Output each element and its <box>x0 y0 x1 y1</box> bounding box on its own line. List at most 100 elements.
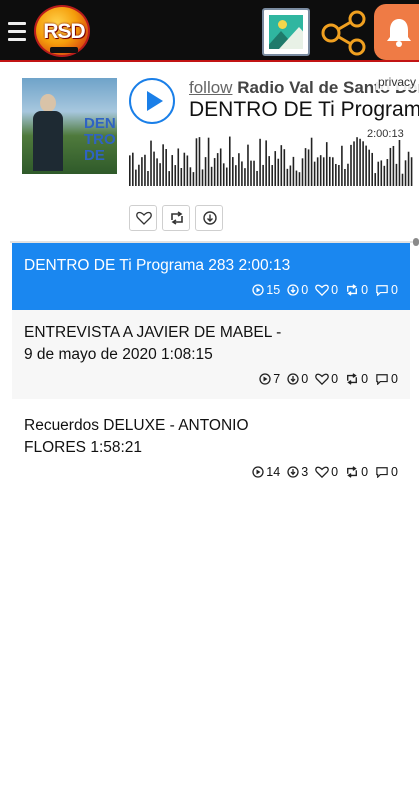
track-row-title: DENTRO DE Ti Programa 283 2:00:13 <box>24 255 398 277</box>
waveform-bar <box>189 167 192 186</box>
comment-icon <box>376 467 388 478</box>
waveform-bar <box>241 161 243 186</box>
radio-logo[interactable]: RSD <box>34 5 90 57</box>
track-title: ENTREVISTA A JAVIER DE MABEL - 9 de mayo… <box>24 324 282 363</box>
plays-count: 15 <box>266 283 281 297</box>
waveform-bar <box>138 164 140 186</box>
scrollbar-thumb[interactable] <box>413 238 419 246</box>
share-icon[interactable] <box>320 10 368 56</box>
waveform-bar <box>210 166 213 186</box>
track-list: DENTRO DE Ti Programa 283 2:00:13 15 0 0… <box>12 243 410 488</box>
waveform-bar <box>401 173 404 186</box>
waveform-bar <box>165 149 167 186</box>
waveform-bar <box>319 155 322 186</box>
track-duration: 2:00:13 <box>238 257 291 274</box>
heart-icon <box>315 284 329 296</box>
waveform-bar <box>262 164 264 186</box>
cover-person <box>30 94 66 171</box>
notifications-button[interactable] <box>374 4 419 60</box>
waveform-bar <box>265 140 267 186</box>
waveform-bar <box>274 151 277 186</box>
waveform-bar <box>316 157 319 186</box>
repost-icon <box>171 211 183 225</box>
menu-icon[interactable] <box>8 22 26 42</box>
waveform[interactable] <box>129 136 414 186</box>
heart-icon <box>315 466 329 478</box>
waveform-bar <box>292 156 295 186</box>
waveform-bar <box>304 148 307 186</box>
track-row[interactable]: Recuerdos DELUXE - ANTONIO FLORES 1:58:2… <box>12 399 410 488</box>
likes-count: 0 <box>331 372 339 386</box>
privacy-link[interactable]: privacy <box>376 74 419 90</box>
reposts-count: 0 <box>361 465 369 479</box>
waveform-bar <box>307 149 310 186</box>
waveform-bar <box>310 137 313 186</box>
waveform-bar <box>250 160 252 186</box>
download-button[interactable] <box>195 205 223 231</box>
waveform-bar <box>338 165 340 186</box>
waveform-bar <box>283 149 286 186</box>
waveform-bar <box>144 154 146 186</box>
waveform-bar <box>374 173 377 186</box>
waveform-bar <box>356 137 358 186</box>
waveform-bar <box>259 138 261 186</box>
waveform-bar <box>168 171 170 186</box>
heart-icon <box>315 373 329 385</box>
waveform-bar <box>350 144 352 186</box>
plays-count: 7 <box>273 372 281 386</box>
waveform-bar <box>268 156 270 186</box>
play-button[interactable] <box>129 78 175 124</box>
waveform-bar <box>219 148 222 186</box>
comments-count: 0 <box>391 372 398 386</box>
waveform-bar <box>153 151 155 186</box>
waveform-bar <box>380 160 383 186</box>
player-widget: DENTRO DE follow Radio Val de Santo Domi… <box>0 64 419 240</box>
waveform-bar <box>386 159 389 186</box>
likes-count: 0 <box>331 465 339 479</box>
follow-link[interactable]: follow <box>189 78 232 97</box>
comments-count: 0 <box>391 465 398 479</box>
cover-artwork: DENTRO DE <box>22 78 117 174</box>
top-bar: RSD <box>0 0 419 62</box>
plays-count: 14 <box>266 465 281 479</box>
likes-count: 0 <box>331 283 339 297</box>
waveform-bar <box>159 163 161 186</box>
waveform-bar <box>228 136 231 186</box>
plays-icon <box>252 284 264 296</box>
download-icon <box>203 211 217 225</box>
track-stats: 15 0 0 0 0 <box>24 283 398 297</box>
track-row[interactable]: DENTRO DE Ti Programa 283 2:00:13 15 0 0… <box>12 243 410 310</box>
repost-icon <box>347 284 358 296</box>
waveform-bar <box>407 151 410 186</box>
waveform-bar <box>341 145 343 186</box>
comment-icon <box>376 374 388 385</box>
track-row[interactable]: ENTREVISTA A JAVIER DE MABEL - 9 de mayo… <box>12 310 410 399</box>
waveform-bar <box>207 137 210 186</box>
waveform-bar <box>180 168 183 186</box>
waveform-bar <box>222 163 225 186</box>
reposts-count: 0 <box>361 283 369 297</box>
plays-icon <box>259 373 271 385</box>
like-button[interactable] <box>129 205 157 231</box>
waveform-bar <box>171 155 174 186</box>
repost-button[interactable] <box>162 205 190 231</box>
image-icon[interactable] <box>262 8 310 56</box>
waveform-bar <box>398 137 401 186</box>
waveform-bar <box>325 142 328 186</box>
waveform-bar <box>344 168 346 186</box>
waveform-bar <box>280 145 283 186</box>
waveform-bar <box>147 171 149 186</box>
waveform-bar <box>383 165 386 186</box>
waveform-bar <box>392 145 395 186</box>
waveform-bar <box>201 169 204 186</box>
waveform-bar <box>410 157 413 186</box>
waveform-bar <box>225 167 228 186</box>
waveform-bar <box>247 144 249 186</box>
waveform-bar <box>347 163 349 186</box>
track-stats: 14 3 0 0 0 <box>24 465 398 479</box>
downloads-icon <box>287 284 299 296</box>
waveform-bar <box>301 158 304 186</box>
current-track-title[interactable]: DENTRO DE Ti Programa 283 <box>189 98 419 122</box>
downloads-icon <box>287 373 299 385</box>
waveform-bar <box>132 152 134 186</box>
